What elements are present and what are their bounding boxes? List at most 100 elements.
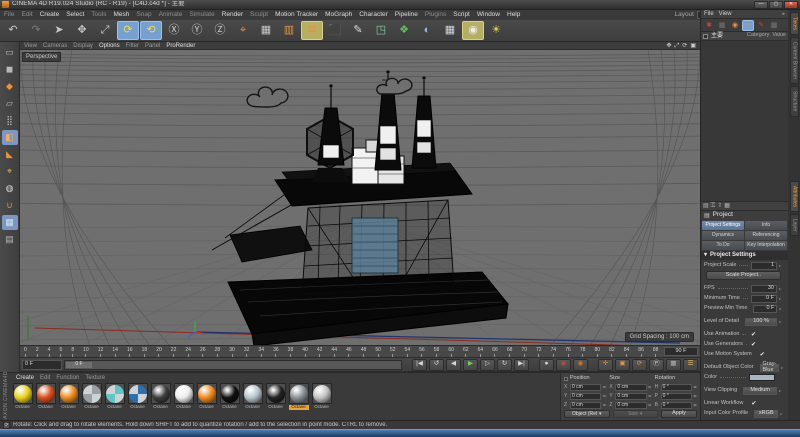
coordinate-globe-icon[interactable]: ◍ (2, 181, 18, 196)
material-name[interactable]: Octane (128, 405, 148, 410)
render-view-icon[interactable]: ▦ (255, 21, 277, 40)
Octane[interactable]: Octane (242, 383, 263, 420)
points-mode-icon[interactable]: ⣿ (2, 113, 18, 128)
goto-start-button[interactable]: |◀ (412, 359, 427, 371)
viewport-label[interactable]: Perspective (22, 52, 61, 62)
Octane[interactable]: Octane (311, 383, 332, 420)
rotation-p-field[interactable]: 0 ° (661, 393, 692, 400)
polygons-mode-icon[interactable]: ◣ (2, 147, 18, 162)
attribute-tab[interactable]: Project Settings (702, 221, 744, 230)
Octane[interactable]: Octane (173, 383, 194, 420)
redo-icon[interactable]: ↷ (25, 21, 47, 40)
render-settings-icon[interactable]: ⚙ (301, 21, 323, 40)
Octane[interactable]: Octane (196, 383, 217, 420)
take-manager-body[interactable] (701, 41, 788, 202)
menu-item[interactable]: Select (66, 12, 84, 19)
viewport-menu-item[interactable]: View (24, 43, 37, 49)
close-button[interactable]: ✕ (784, 1, 798, 9)
menu-item[interactable]: Motion Tracker (275, 12, 318, 19)
size-y-field[interactable]: 0 cm (615, 393, 646, 400)
take-row[interactable]: 主要 Category Value (701, 32, 788, 41)
render-picture-viewer-icon[interactable]: ▥ (278, 21, 300, 40)
material-name[interactable]: Octane (59, 405, 79, 410)
Octane[interactable]: Octane (12, 383, 33, 420)
Octane[interactable]: Octane (58, 383, 79, 420)
input-color-profile-field[interactable]: sRGB (754, 410, 778, 418)
rotate-view-icon[interactable]: ⟳ (682, 43, 687, 49)
undo-icon[interactable]: ↶ (2, 21, 24, 40)
material-menu-item[interactable]: Edit (40, 375, 50, 381)
material-name[interactable]: Octane (36, 405, 56, 410)
size-z-field[interactable]: 0 cm (615, 402, 646, 409)
material-name[interactable]: Octane (312, 405, 332, 410)
material-thumbnail[interactable] (220, 383, 240, 404)
take-file-menu[interactable]: File (704, 11, 714, 17)
menu-item[interactable]: Help (507, 12, 520, 19)
use-animation-checkbox[interactable]: ✔ (749, 332, 775, 338)
menu-item[interactable]: MoGraph (325, 12, 352, 19)
material-menu-item[interactable]: Create (16, 375, 34, 381)
add-scene-icon[interactable]: ▦ (439, 21, 461, 40)
add-camera-icon[interactable]: ◉ (462, 21, 484, 40)
goto-end-button[interactable]: ▶| (514, 359, 529, 371)
material-menu-item[interactable]: Function (56, 375, 79, 381)
material-name[interactable]: Octane (266, 405, 286, 410)
material-thumbnail[interactable] (197, 383, 217, 404)
dolly-view-icon[interactable]: ⤢ (674, 43, 679, 49)
coordinate-mode-dropdown[interactable]: Object (Rel▾ (564, 410, 610, 418)
add-spline-icon[interactable]: ✎ (347, 21, 369, 40)
play-button[interactable]: ▶ (463, 359, 478, 371)
next-frame-button[interactable]: ▷ (480, 359, 495, 371)
material-thumbnail[interactable] (128, 383, 148, 404)
playback-options-button[interactable]: ☰ (683, 359, 698, 371)
position-y-field[interactable]: 0 cm (570, 393, 601, 400)
viewport-canvas[interactable] (20, 50, 700, 346)
material-name[interactable]: Octane (289, 405, 309, 410)
preview-min-time-field[interactable]: 0 F (753, 305, 777, 313)
material-name[interactable]: Octane (220, 405, 240, 410)
material-name[interactable]: Octane (197, 405, 217, 410)
Octane[interactable]: Octane (265, 383, 286, 420)
menu-item[interactable]: Character (359, 12, 388, 19)
last-tool-icon[interactable]: ⟲ (140, 21, 162, 40)
project-scale-field[interactable]: 1 (751, 262, 777, 270)
material-thumbnail[interactable] (59, 383, 79, 404)
viewport[interactable]: Perspective Grid Spacing : 100 cm (20, 50, 700, 346)
use-motion-system-checkbox[interactable]: ✔ (758, 352, 777, 358)
menu-item[interactable]: Simulate (189, 12, 214, 19)
Octane[interactable]: Octane (219, 383, 240, 420)
am-up-icon[interactable]: ⇧ (717, 203, 722, 209)
record-scale-toggle[interactable]: ▣ (615, 359, 630, 371)
material-thumbnail[interactable] (36, 383, 56, 404)
am-lock-icon[interactable]: ⚿ (711, 203, 716, 209)
pan-view-icon[interactable]: ✥ (666, 43, 671, 49)
move-tool-icon[interactable]: ✥ (71, 21, 93, 40)
lock-x-axis-icon[interactable]: Ⓧ (163, 21, 185, 40)
menu-item[interactable]: Animate (159, 12, 183, 19)
dock-tab[interactable]: Content Browser (790, 37, 799, 84)
material-menu-item[interactable]: Texture (85, 375, 105, 381)
timeline-slider-handle[interactable]: 0 F (66, 362, 92, 368)
position-x-field[interactable]: 0 cm (570, 384, 601, 391)
workplane-lock-icon[interactable]: ▤ (2, 232, 18, 247)
am-mode-icon[interactable]: ▤ (703, 203, 709, 209)
take-override-icon[interactable]: ◔ (742, 20, 754, 31)
Octane[interactable]: Octane (35, 383, 56, 420)
material-thumbnail[interactable] (82, 383, 102, 404)
material-thumbnail[interactable] (174, 383, 194, 404)
material-thumbnail[interactable] (289, 383, 309, 404)
minimum-time-field[interactable]: 0 F (751, 295, 777, 303)
size-mode-dropdown[interactable]: Size▾ (613, 410, 659, 418)
add-mograph-icon[interactable]: ❖ (393, 21, 415, 40)
value-column-header[interactable]: Value (772, 33, 786, 39)
take-child-icon[interactable]: ▦ (716, 20, 728, 31)
material-name[interactable]: Octane (13, 405, 33, 410)
snap-settings-icon[interactable]: ▦ (2, 215, 18, 230)
Octane[interactable]: Octane (127, 383, 148, 420)
Octane[interactable]: Octane (81, 383, 102, 420)
fps-field[interactable]: 30 (751, 285, 777, 293)
viewport-menu-item[interactable]: Display (73, 43, 93, 49)
add-deformer-icon[interactable]: ◐ (416, 21, 438, 40)
record-parameter-toggle[interactable]: Ⓟ (649, 359, 664, 371)
position-z-field[interactable]: 0 cm (570, 402, 601, 409)
